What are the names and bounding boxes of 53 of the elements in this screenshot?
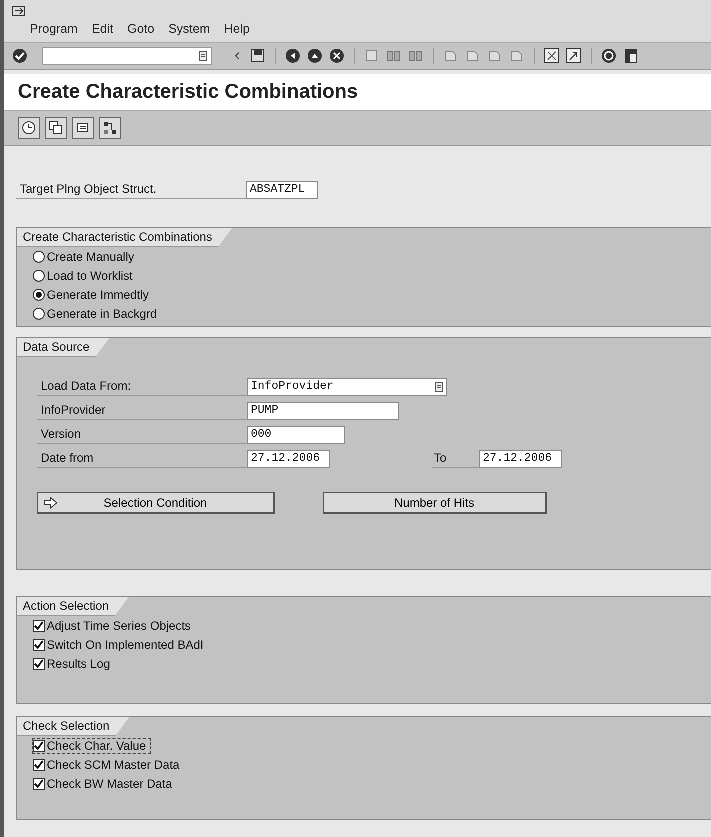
checkmark-icon[interactable]	[12, 48, 28, 64]
field-label: Date from	[37, 449, 247, 468]
window-icon[interactable]	[544, 48, 560, 64]
dropdown-icon[interactable]	[435, 382, 443, 392]
radio-button[interactable]: Generate Immedtly	[33, 288, 154, 302]
menu-item[interactable]: Program	[30, 22, 78, 36]
copy-button[interactable]	[45, 117, 67, 139]
checkbox[interactable]: Results Log	[33, 657, 114, 671]
dropdown-icon[interactable]	[199, 51, 207, 61]
menu-item[interactable]: Edit	[92, 22, 114, 36]
radio-button[interactable]: Generate in Backgrd	[33, 307, 162, 321]
checkbox[interactable]: Switch On Implemented BAdI	[33, 638, 208, 652]
command-field[interactable]	[42, 47, 212, 65]
group-title: Action Selection	[17, 597, 130, 616]
checkbox[interactable]: Adjust Time Series Objects	[33, 619, 196, 633]
number-of-hits-button[interactable]: Number of Hits	[323, 492, 547, 514]
up-icon[interactable]	[307, 48, 323, 64]
back-icon[interactable]	[285, 48, 301, 64]
field-label: Version	[37, 425, 247, 444]
group-title: Check Selection	[17, 717, 130, 736]
input-field[interactable]: ABSATZPL	[246, 180, 318, 198]
field-label: InfoProvider	[37, 401, 247, 420]
clock-icon	[22, 121, 36, 135]
menu-item[interactable]: Goto	[127, 22, 155, 36]
save-icon[interactable]	[250, 48, 266, 64]
menu-item[interactable]: System	[168, 22, 210, 36]
input-field[interactable]: InfoProvider	[247, 378, 447, 396]
network-button[interactable]	[99, 117, 121, 139]
radio-button[interactable]: Create Manually	[33, 250, 138, 264]
selection-condition-button[interactable]: Selection Condition	[37, 492, 275, 514]
network-icon	[103, 121, 117, 135]
checkbox[interactable]: Check SCM Master Data	[33, 758, 184, 772]
shortcut-icon[interactable]	[566, 48, 582, 64]
arrow-icon	[44, 497, 58, 509]
screen-title: Create Characteristic Combinations	[18, 80, 358, 104]
field-label: Load Data From:	[37, 377, 247, 396]
group-title: Create Characteristic Combinations	[17, 228, 232, 247]
field-label: Target Plng Object Struct.	[16, 180, 246, 199]
radio-button[interactable]: Load to Worklist	[33, 269, 137, 283]
clock-button[interactable]	[18, 117, 40, 139]
input-field[interactable]: 27.12.2006	[479, 450, 562, 468]
scroll-button[interactable]	[72, 117, 94, 139]
input-field[interactable]: 000	[247, 426, 345, 444]
copy-icon	[49, 121, 63, 135]
group-title: Data Source	[17, 338, 110, 357]
menu-item[interactable]: Help	[224, 22, 250, 36]
input-field[interactable]: 27.12.2006	[247, 450, 330, 468]
checkbox[interactable]: Check Char. Value	[33, 739, 150, 753]
input-field[interactable]: PUMP	[247, 402, 399, 420]
checkbox[interactable]: Check BW Master Data	[33, 777, 176, 791]
menu-icon[interactable]	[12, 6, 26, 18]
scroll-icon	[76, 121, 90, 135]
cancel-icon[interactable]	[329, 48, 345, 64]
